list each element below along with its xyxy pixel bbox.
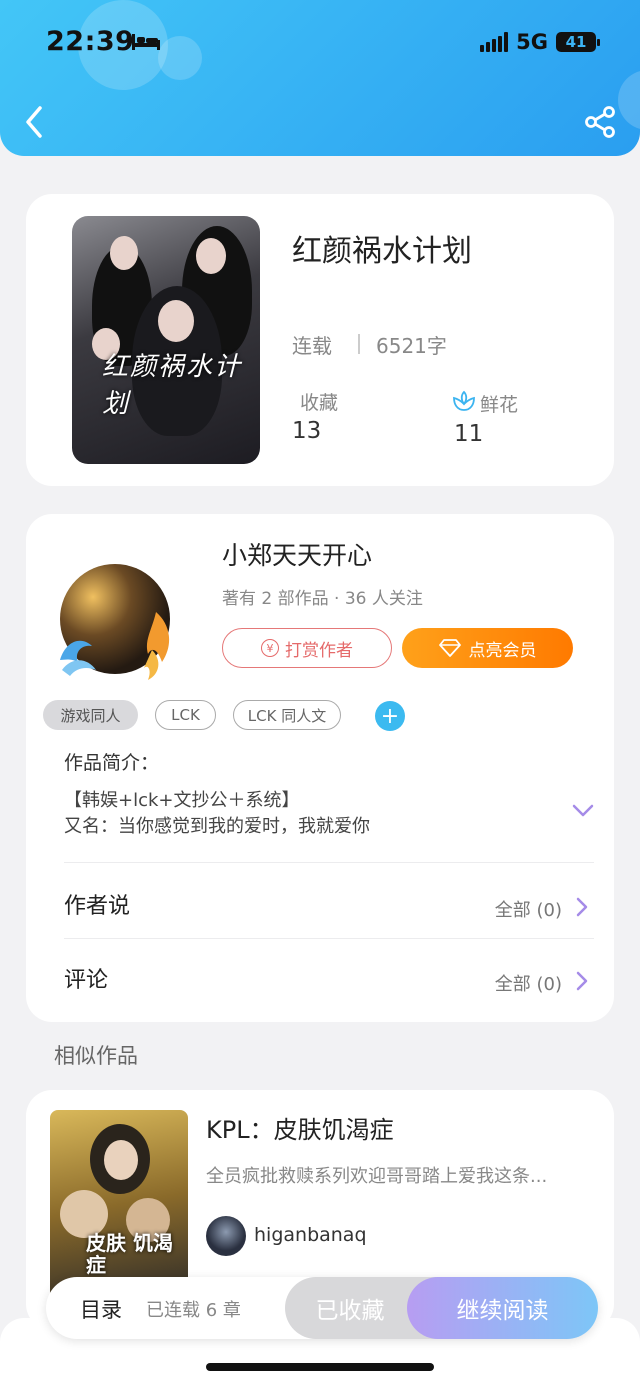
add-tag-button[interactable]: + [375,701,405,731]
author-card: 小郑天天开心 著有 2 部作品 · 36 人关注 ¥ 打赏作者 点亮会员 游戏同… [26,514,614,1022]
similar-author-name: higanbanaq [254,1224,367,1246]
diamond-icon [438,639,461,657]
comments-count[interactable]: 全部 (0) [495,970,562,996]
author-says-count[interactable]: 全部 (0) [495,896,562,922]
tag-chip[interactable]: 游戏同人 [43,700,138,730]
tip-author-label: 打赏作者 [285,640,353,661]
network-type: 5G [516,30,548,54]
avatar-frame-decoration [60,612,170,680]
table-of-contents-button[interactable]: 目录 [80,1294,122,1324]
intro-line: 【韩娱+lck+文抄公＋系统】 [64,790,300,811]
comments-label[interactable]: 评论 [64,962,108,994]
continue-reading-button[interactable]: 继续阅读 [407,1277,598,1339]
status-indicators: 5G 41 [480,30,600,54]
signal-icon [480,32,509,52]
header: 22:39 5G 41 [0,0,640,156]
vip-button[interactable]: 点亮会员 [402,628,573,668]
bottom-action-bar: 目录 已连载 6 章 已收藏 继续阅读 [46,1277,598,1339]
favorites-count: 13 [292,418,322,444]
tip-author-button[interactable]: ¥ 打赏作者 [222,628,392,668]
vip-label: 点亮会员 [468,640,537,661]
intro-line: 又名：当你感觉到我的爱时，我就爱你 [64,816,370,837]
chevron-right-icon[interactable] [576,971,588,991]
author-says-label[interactable]: 作者说 [64,888,130,920]
divider [64,862,594,863]
similar-author-avatar [206,1216,246,1256]
yen-icon: ¥ [261,639,279,657]
favorites-label: 收藏 [300,392,339,414]
battery-icon: 41 [556,32,600,52]
expand-chevron-icon[interactable] [572,804,594,818]
flower-icon[interactable] [452,390,476,412]
divider [358,334,360,354]
book-status: 连载 [292,334,332,358]
similar-works-heading: 相似作品 [54,1044,138,1068]
similar-work-description: 全员疯批救赎系列欢迎哥哥踏上爱我这条... [206,1166,548,1187]
share-icon[interactable] [582,104,618,140]
chapter-count: 已连载 6 章 [146,1300,241,1321]
sleep-icon [132,34,160,50]
book-title: 红颜祸水计划 [292,234,472,269]
cover-title-text: 红颜祸水计划 [102,352,243,419]
intro-heading: 作品简介： [64,752,160,774]
back-icon[interactable] [20,102,52,142]
author-meta: 著有 2 部作品 · 36 人关注 [222,589,423,609]
decor-bubble [618,70,640,130]
home-indicator [206,1363,434,1371]
book-info-card: 红颜祸水计划 红颜祸水计划 连载 6521字 收藏 13 鲜花 11 [26,194,614,486]
status-time: 22:39 [46,26,135,57]
flowers-label: 鲜花 [480,394,519,416]
chevron-right-icon[interactable] [576,897,588,917]
decor-bubble [158,36,202,80]
tag-chip[interactable]: LCK 同人文 [233,700,341,730]
similar-work-title: KPL：皮肤饥渴症 [206,1116,394,1144]
book-cover[interactable]: 红颜祸水计划 [72,216,260,464]
divider [64,938,594,939]
similar-work-cover[interactable]: 皮肤 饥渴症 [50,1110,188,1300]
word-count: 6521字 [376,334,447,358]
tag-chip[interactable]: LCK [155,700,216,730]
author-name[interactable]: 小郑天天开心 [222,536,372,572]
similar-cover-text: 皮肤 饥渴症 [86,1231,173,1277]
flowers-count: 11 [454,421,484,447]
